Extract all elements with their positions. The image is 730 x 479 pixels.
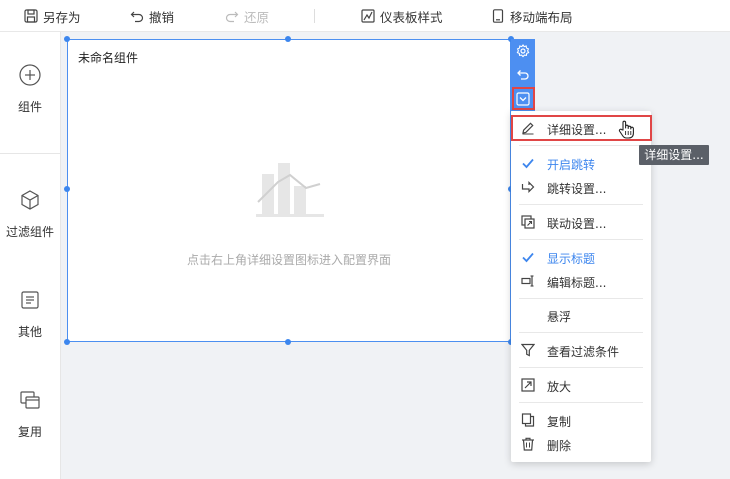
reuse-button[interactable]: 复用	[0, 389, 60, 440]
menu-divider	[519, 367, 643, 368]
menu-item-jump-settings[interactable]: 跳转设置...	[511, 176, 651, 198]
widget-context-menu: 详细设置... 开启跳转 跳转设置... 联动设置... 显示标题 编辑标题..…	[511, 111, 651, 462]
redo-icon	[225, 11, 239, 23]
selected-widget[interactable]: 未命名组件 点击右上角详细设置图标进入配置界面	[67, 39, 511, 342]
redo-button[interactable]: 还原	[225, 0, 269, 32]
copy-icon	[521, 413, 535, 427]
dashboard-style-icon	[361, 9, 375, 23]
menu-item-edit-title[interactable]: 编辑标题...	[511, 270, 651, 292]
menu-item-view-filter-conditions[interactable]: 查看过滤条件	[511, 339, 651, 361]
detail-settings-tooltip: 详细设置...	[639, 145, 709, 165]
checkmark-icon	[522, 252, 534, 263]
save-icon	[24, 9, 38, 23]
save-as-label: 另存为	[43, 9, 81, 25]
left-panel: 组件 过滤组件 其他 复用	[0, 32, 61, 479]
left-panel-divider	[0, 153, 60, 154]
dashboard-style-label: 仪表板样式	[380, 9, 443, 25]
menu-label-delete: 删除	[547, 439, 572, 453]
copy-windows-icon	[20, 391, 40, 409]
resize-handle-left[interactable]	[64, 186, 70, 192]
filter-components-button[interactable]: 过滤组件	[0, 189, 60, 240]
filter-icon	[521, 343, 535, 357]
widget-title: 未命名组件	[78, 51, 139, 65]
resize-handle-top[interactable]	[285, 36, 291, 42]
menu-label-edit-title: 编辑标题...	[547, 276, 607, 290]
dropdown-button-highlight	[512, 87, 535, 110]
menu-label-copy: 复制	[547, 415, 572, 429]
menu-divider	[519, 145, 643, 146]
reuse-label: 复用	[17, 425, 42, 439]
components-button[interactable]: 组件	[0, 64, 60, 115]
checkmark-icon	[522, 158, 534, 169]
resize-handle-bottom[interactable]	[285, 339, 291, 345]
chart-placeholder-icon	[256, 163, 324, 217]
menu-label-float: 悬浮	[547, 310, 572, 324]
menu-item-zoom-in[interactable]: 放大	[511, 374, 651, 396]
menu-label-linkage-settings: 联动设置...	[547, 217, 607, 231]
expand-icon	[521, 378, 535, 392]
jump-arrow-icon	[521, 181, 535, 193]
menu-item-show-title[interactable]: 显示标题	[511, 246, 651, 268]
menu-label-jump-settings: 跳转设置...	[547, 182, 607, 196]
menu-divider	[519, 298, 643, 299]
menu-label-show-title: 显示标题	[547, 252, 596, 266]
menu-item-copy[interactable]: 复制	[511, 409, 651, 431]
plus-circle-icon	[19, 64, 41, 86]
edit-title-icon	[521, 275, 534, 287]
dashboard-style-button[interactable]: 仪表板样式	[361, 0, 443, 32]
mobile-layout-button[interactable]: 移动端布局	[491, 0, 573, 32]
menu-label-view-filter-conditions: 查看过滤条件	[547, 345, 620, 359]
components-label: 组件	[17, 100, 42, 114]
gear-icon	[516, 44, 530, 58]
mobile-layout-label: 移动端布局	[510, 9, 573, 25]
undo-label: 撤销	[149, 9, 175, 25]
hand-cursor-icon	[618, 120, 634, 139]
return-icon	[517, 70, 529, 80]
undo-icon	[130, 11, 144, 23]
save-as-button[interactable]: 另存为	[24, 0, 81, 32]
resize-handle-bottom-left[interactable]	[64, 339, 70, 345]
other-label: 其他	[17, 325, 42, 339]
menu-divider	[519, 204, 643, 205]
top-toolbar: 另存为 撤销 还原 仪表板样式 移动端布局	[0, 0, 730, 32]
redo-label: 还原	[244, 9, 270, 25]
menu-item-delete[interactable]: 删除	[511, 433, 651, 455]
other-button[interactable]: 其他	[0, 289, 60, 340]
filter-components-label: 过滤组件	[5, 225, 54, 239]
menu-item-linkage-settings[interactable]: 联动设置...	[511, 211, 651, 233]
menu-divider	[519, 239, 643, 240]
linkage-icon	[521, 215, 535, 229]
menu-divider	[519, 332, 643, 333]
menu-item-float[interactable]: 悬浮	[511, 304, 651, 326]
widget-undo-button[interactable]	[511, 63, 535, 87]
undo-button[interactable]: 撤销	[130, 0, 174, 32]
cube-icon	[21, 190, 39, 210]
menu-item-enable-jump[interactable]: 开启跳转	[511, 152, 651, 174]
toolbar-divider	[314, 9, 315, 23]
menu-label-enable-jump: 开启跳转	[547, 158, 596, 172]
mobile-icon	[492, 9, 504, 23]
trash-icon	[522, 437, 534, 451]
widget-settings-button[interactable]	[511, 39, 535, 63]
resize-handle-top-left[interactable]	[64, 36, 70, 42]
menu-label-zoom-in: 放大	[547, 380, 572, 394]
document-icon	[21, 291, 39, 309]
widget-placeholder-text: 点击右上角详细设置图标进入配置界面	[186, 253, 391, 267]
menu-divider	[519, 402, 643, 403]
